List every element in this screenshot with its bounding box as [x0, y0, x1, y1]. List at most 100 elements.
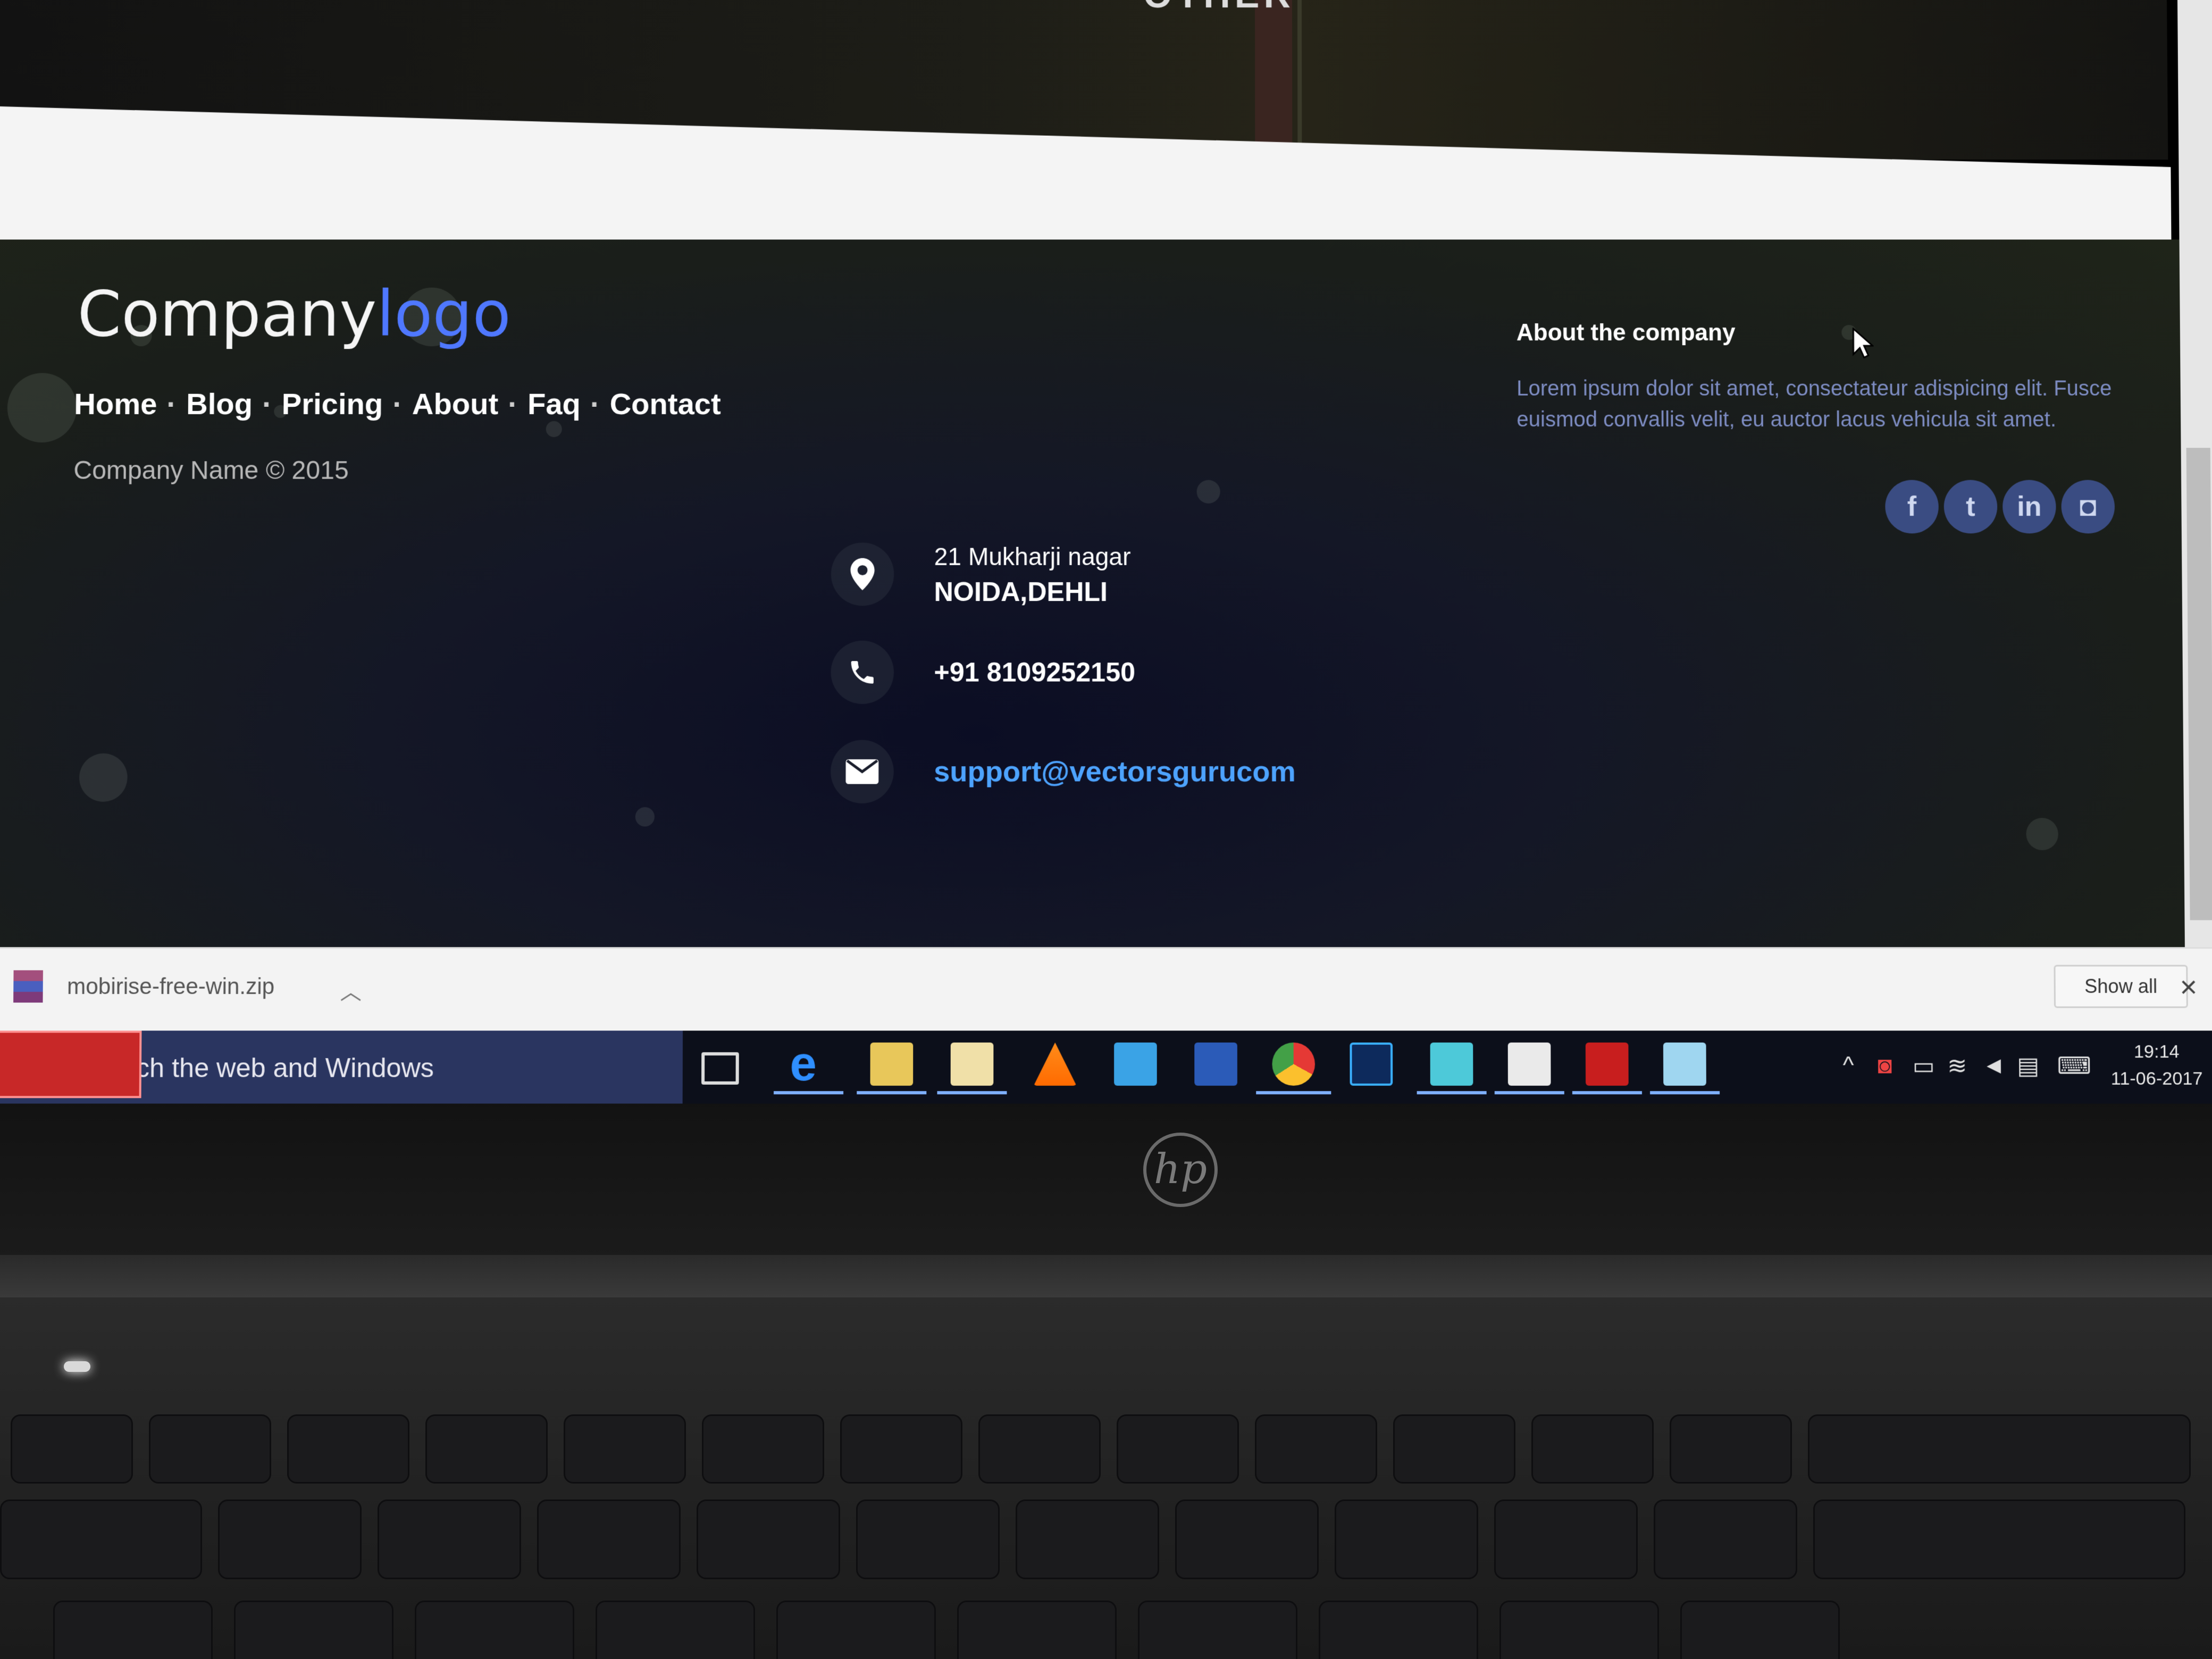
- key: [1808, 1414, 2191, 1484]
- nav-link-home[interactable]: Home: [74, 387, 157, 421]
- keyboard-deck: [0, 1297, 2212, 1659]
- battery-icon[interactable]: ▭: [1913, 1052, 1935, 1080]
- key: [564, 1414, 686, 1484]
- word-icon[interactable]: [1194, 1042, 1237, 1086]
- key: [1499, 1601, 1659, 1659]
- nav-separator: ·: [508, 387, 518, 421]
- mouse-cursor-icon: [1852, 328, 1873, 359]
- notifications-icon[interactable]: ▤: [2017, 1052, 2039, 1080]
- nav-link-pricing[interactable]: Pricing: [282, 387, 383, 421]
- twitter-glyph: t: [1966, 491, 1975, 523]
- taskbar-clock[interactable]: 19:14 11-06-2017: [2110, 1038, 2203, 1092]
- key: [1531, 1414, 1654, 1484]
- logo-text-accent: logo: [376, 276, 512, 351]
- key: [425, 1414, 548, 1484]
- key: [234, 1601, 393, 1659]
- logo-text-primary: Company: [77, 276, 377, 351]
- map-pin-icon: [831, 542, 894, 606]
- nav-link-blog[interactable]: Blog: [186, 387, 253, 421]
- chrome-icon[interactable]: [1272, 1042, 1316, 1086]
- key: [1319, 1601, 1478, 1659]
- key: [1255, 1414, 1377, 1484]
- phone-number[interactable]: +91 8109252150: [934, 655, 1135, 690]
- nav-link-about[interactable]: About: [412, 387, 498, 421]
- generic-app-icon[interactable]: [1663, 1042, 1706, 1086]
- brackets-editor-icon[interactable]: [1114, 1042, 1157, 1086]
- app-active-indicator: [937, 1091, 1007, 1095]
- file-explorer-icon[interactable]: [870, 1042, 914, 1086]
- close-icon[interactable]: ×: [2180, 969, 2197, 1004]
- key: [11, 1414, 133, 1484]
- wifi-icon[interactable]: ≋: [1947, 1052, 1967, 1080]
- instagram-icon[interactable]: ◘: [2061, 480, 2115, 534]
- key: [1138, 1601, 1297, 1659]
- laptop-body: [0, 1095, 2212, 1276]
- archive-file-icon: [13, 970, 43, 1003]
- key: [840, 1414, 962, 1484]
- nav-separator: ·: [392, 387, 403, 421]
- show-all-button[interactable]: Show all: [2054, 965, 2188, 1008]
- app-active-indicator: [1650, 1091, 1720, 1095]
- key: [1813, 1499, 2185, 1579]
- footer-nav: Home · Blog · Pricing · About · Faq · Contact: [74, 387, 721, 421]
- key: [1494, 1499, 1638, 1579]
- edge-browser-icon[interactable]: e: [790, 1037, 833, 1091]
- nav-separator: ·: [590, 387, 600, 421]
- hero-title: OTHER: [1143, 0, 1295, 16]
- twitter-icon[interactable]: t: [1943, 480, 1998, 534]
- task-view-icon[interactable]: [701, 1052, 739, 1085]
- acrobat-icon[interactable]: [1585, 1042, 1629, 1086]
- app-active-indicator: [857, 1091, 927, 1095]
- acrobat-tray-icon[interactable]: ◙: [1878, 1052, 1892, 1079]
- download-file-name: mobirise-free-win.zip: [66, 973, 275, 999]
- notebook-app-icon[interactable]: [1430, 1042, 1473, 1086]
- key: [415, 1601, 574, 1659]
- laptop-screen: OTHER Companylogo Home · Blog · Pricing · Abou…: [0, 0, 2212, 1104]
- nav-separator: ·: [166, 387, 177, 421]
- windows-taskbar: ch the web and Windows e ^ ◙ ▭ ≋ ◄ ▤ ⌨ 1…: [0, 1030, 2212, 1104]
- photos-icon[interactable]: [1507, 1042, 1551, 1086]
- app-active-indicator: [1494, 1091, 1564, 1095]
- key: [218, 1499, 362, 1579]
- background-speck: [79, 753, 128, 802]
- vlc-icon[interactable]: [1034, 1043, 1077, 1086]
- key: [1175, 1499, 1319, 1579]
- facebook-icon[interactable]: f: [1885, 480, 1939, 534]
- app-active-indicator: [1572, 1091, 1642, 1095]
- key: [1654, 1499, 1797, 1579]
- download-item[interactable]: mobirise-free-win.zip: [13, 970, 274, 1003]
- key: [1670, 1414, 1792, 1484]
- contact-email: support@vectorsgurucom: [830, 740, 1296, 803]
- instagram-glyph: ◘: [2079, 491, 2097, 523]
- background-speck: [1196, 480, 1220, 504]
- volume-icon[interactable]: ◄: [1982, 1052, 2006, 1079]
- phone-icon: [831, 640, 894, 704]
- nav-link-contact[interactable]: Contact: [610, 387, 721, 421]
- key: [1335, 1499, 1478, 1579]
- linkedin-icon[interactable]: in: [2002, 480, 2056, 534]
- contact-address: 21 Mukharji nagar NOIDA,DEHLI: [831, 539, 1131, 609]
- email-link[interactable]: support@vectorsgurucom: [934, 754, 1296, 790]
- reader-app-icon[interactable]: [950, 1042, 994, 1086]
- chevron-up-icon[interactable]: ︿: [340, 975, 362, 1006]
- key: [978, 1414, 1101, 1484]
- hp-brand-logo: hp: [1143, 1133, 1218, 1207]
- key: [53, 1601, 213, 1659]
- background-speck: [546, 421, 562, 438]
- company-logo[interactable]: Companylogo: [77, 277, 511, 351]
- keyboard-icon[interactable]: ⌨: [2057, 1052, 2091, 1080]
- chevron-up-icon[interactable]: ^: [1843, 1052, 1854, 1079]
- background-speck: [635, 807, 655, 827]
- hero-image-divider: [1297, 0, 1302, 160]
- key: [1393, 1414, 1515, 1484]
- nav-link-faq[interactable]: Faq: [527, 387, 581, 421]
- scrollbar-thumb[interactable]: [2186, 448, 2212, 920]
- key: [537, 1499, 681, 1579]
- envelope-icon: [830, 740, 894, 803]
- clock-date: 11-06-2017: [2110, 1068, 2203, 1089]
- photoshop-icon[interactable]: [1350, 1042, 1393, 1086]
- copyright-text: Company Name © 2015: [73, 456, 349, 485]
- key: [856, 1499, 1000, 1579]
- key: [287, 1414, 409, 1484]
- linkedin-glyph: in: [2017, 491, 2042, 523]
